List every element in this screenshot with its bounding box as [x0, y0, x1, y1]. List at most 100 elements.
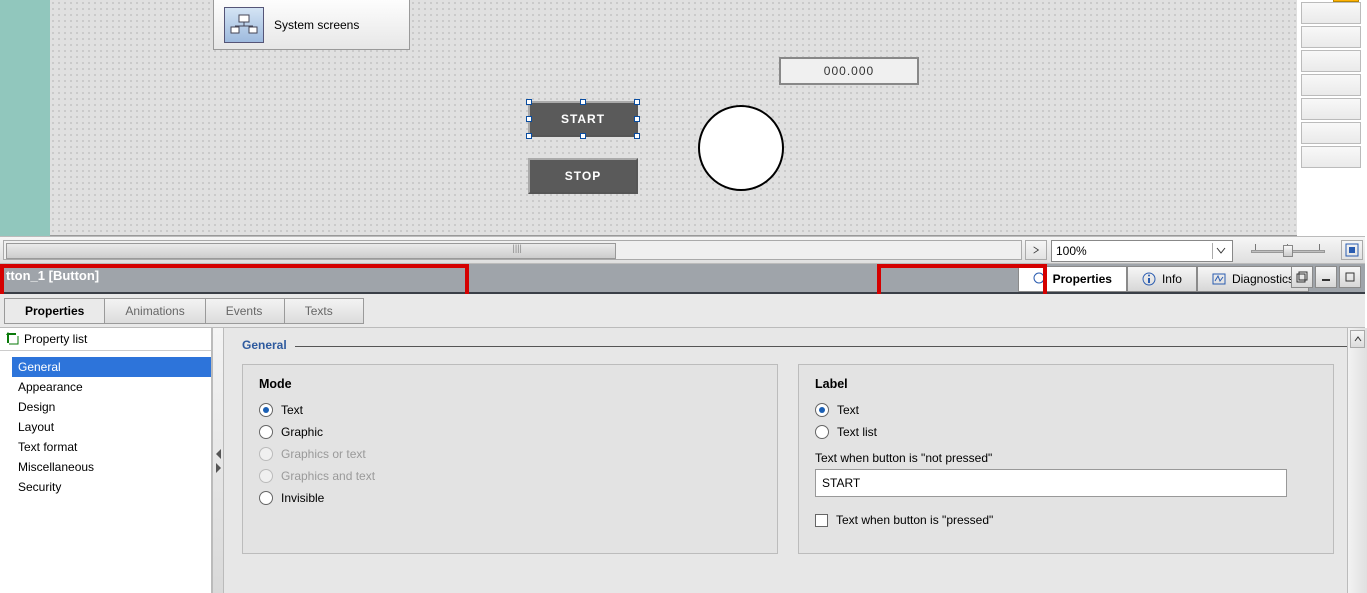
prop-item-label: General — [18, 360, 61, 374]
zoom-slider[interactable] — [1241, 240, 1335, 262]
radio-icon — [815, 403, 829, 417]
prop-item-security[interactable]: Security — [12, 477, 211, 497]
checkbox-icon — [815, 514, 828, 527]
mode-radio-graphic[interactable]: Graphic — [259, 425, 761, 439]
prop-item-label: Layout — [18, 420, 54, 434]
selection-handle[interactable] — [526, 133, 532, 139]
selection-handle[interactable] — [580, 133, 586, 139]
selection-handle[interactable] — [634, 99, 640, 105]
label-radio-text[interactable]: Text — [815, 403, 1317, 417]
prop-item-layout[interactable]: Layout — [12, 417, 211, 437]
selection-handle[interactable] — [634, 116, 640, 122]
radio-icon — [815, 425, 829, 439]
prop-item-design[interactable]: Design — [12, 397, 211, 417]
label-text-list-label: Text list — [837, 425, 877, 439]
selected-object-title: tton_1 [Button] — [6, 268, 99, 283]
hmi-start-label: START — [561, 112, 605, 126]
marker-row — [1301, 50, 1361, 72]
marker-flag-icon — [1333, 0, 1359, 2]
system-screens-button[interactable]: System screens — [213, 0, 410, 50]
not-pressed-text-input[interactable] — [815, 469, 1287, 497]
tab-properties-label: Properties — [1053, 272, 1112, 286]
prop-item-label: Appearance — [18, 380, 83, 394]
prop-item-text-format[interactable]: Text format — [12, 437, 211, 457]
section-title: General — [242, 338, 1347, 352]
pressed-checkbox-row[interactable]: Text when button is "pressed" — [815, 513, 1317, 527]
left-ruler — [0, 0, 50, 236]
hmi-indicator-circle[interactable] — [698, 105, 784, 191]
not-pressed-field-label: Text when button is "not pressed" — [815, 451, 1317, 465]
system-screens-icon — [224, 7, 264, 43]
scroll-right-button[interactable] — [1025, 240, 1047, 260]
mode-text-label: Text — [281, 403, 303, 417]
label-group-head: Label — [815, 377, 1317, 391]
chevron-left-icon — [216, 449, 221, 459]
prop-item-general[interactable]: General — [12, 357, 211, 377]
list-icon — [6, 332, 20, 346]
maximize-pane-button[interactable] — [1339, 266, 1361, 288]
zoom-select[interactable]: 100% — [1051, 240, 1233, 262]
fit-screen-icon — [1345, 243, 1359, 257]
restore-icon — [1296, 271, 1308, 283]
ruler-marks-right — [1297, 0, 1365, 236]
properties-icon — [1033, 272, 1047, 286]
mode-radio-graphics-and-text: Graphics and text — [259, 469, 761, 483]
inspector-header: tton_1 [Button] Properties Info Diagnost… — [0, 264, 1365, 294]
selection-handle[interactable] — [526, 116, 532, 122]
hmi-canvas[interactable]: System screens START STOP 000.000 — [50, 0, 1298, 236]
subtab-properties[interactable]: Properties — [4, 298, 105, 324]
prop-item-label: Text format — [18, 440, 77, 454]
maximize-icon — [1344, 271, 1356, 283]
scroll-up-button[interactable] — [1350, 330, 1365, 348]
vertical-scrollbar[interactable] — [1347, 328, 1367, 593]
tab-info-label: Info — [1162, 272, 1182, 286]
selection-handle[interactable] — [526, 99, 532, 105]
marker-row — [1301, 98, 1361, 120]
status-bar: |||| 100% — [0, 236, 1365, 264]
subtab-properties-label: Properties — [25, 304, 84, 318]
subtab-animations-label: Animations — [125, 304, 184, 318]
selection-handle[interactable] — [634, 133, 640, 139]
hmi-readout-value: 000.000 — [824, 64, 874, 78]
general-settings-pane: General Mode Text Graphic Graphics or te… — [224, 328, 1365, 593]
subtab-texts[interactable]: Texts — [284, 298, 364, 324]
pane-resizer[interactable] — [212, 328, 224, 593]
slider-knob[interactable] — [1283, 245, 1293, 257]
radio-icon — [259, 469, 273, 483]
prop-item-appearance[interactable]: Appearance — [12, 377, 211, 397]
radio-icon — [259, 447, 273, 461]
hmi-start-button[interactable]: START — [528, 101, 638, 137]
restore-pane-button[interactable] — [1291, 266, 1313, 288]
mode-graphic-label: Graphic — [281, 425, 323, 439]
subtab-events-label: Events — [226, 304, 263, 318]
mode-group: Mode Text Graphic Graphics or text Graph… — [242, 364, 778, 554]
tab-properties[interactable]: Properties — [1018, 266, 1127, 292]
marker-row — [1301, 122, 1361, 144]
tab-info[interactable]: Info — [1127, 266, 1197, 292]
hmi-stop-button[interactable]: STOP — [528, 158, 638, 194]
chevron-right-icon — [216, 463, 221, 473]
marker-row — [1301, 146, 1361, 168]
mode-radio-text[interactable]: Text — [259, 403, 761, 417]
subtab-events[interactable]: Events — [205, 298, 285, 324]
prop-item-miscellaneous[interactable]: Miscellaneous — [12, 457, 211, 477]
mode-graphics-and-text-label: Graphics and text — [281, 469, 375, 483]
sub-tab-row: Properties Animations Events Texts — [0, 294, 1365, 328]
marker-row — [1301, 2, 1361, 24]
fit-screen-button[interactable] — [1341, 240, 1363, 260]
system-screens-label: System screens — [274, 18, 359, 32]
property-list-head-label: Property list — [24, 332, 87, 346]
subtab-animations[interactable]: Animations — [104, 298, 205, 324]
prop-item-label: Design — [18, 400, 55, 414]
label-radio-text-list[interactable]: Text list — [815, 425, 1317, 439]
property-list-header[interactable]: Property list — [0, 328, 211, 351]
mode-radio-graphics-or-text: Graphics or text — [259, 447, 761, 461]
prop-item-label: Miscellaneous — [18, 460, 94, 474]
scrollbar-thumb[interactable] — [6, 243, 616, 259]
horizontal-scrollbar[interactable]: |||| — [3, 240, 1022, 260]
hmi-readout-field[interactable]: 000.000 — [779, 57, 919, 85]
selection-handle[interactable] — [580, 99, 586, 105]
minimize-pane-button[interactable] — [1315, 266, 1337, 288]
marker-row — [1301, 26, 1361, 48]
mode-radio-invisible[interactable]: Invisible — [259, 491, 761, 505]
